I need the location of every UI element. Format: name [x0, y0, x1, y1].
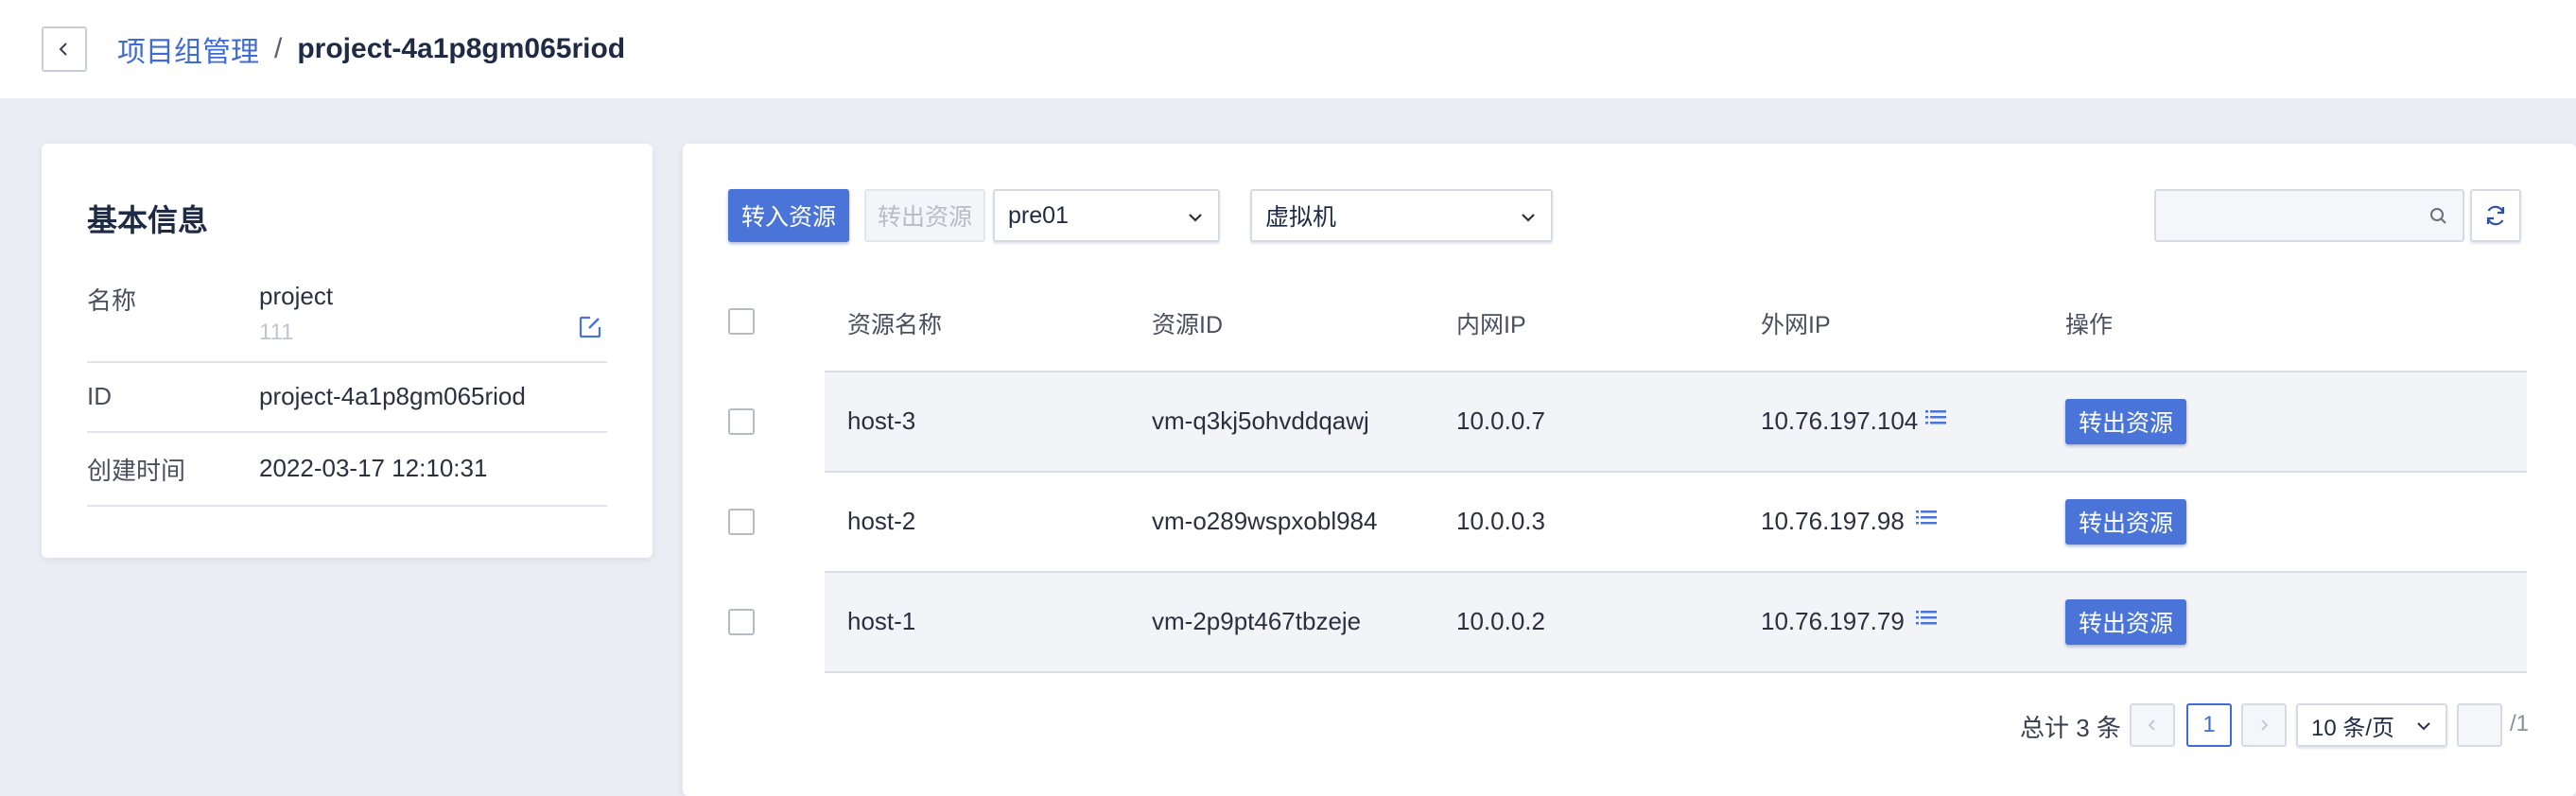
search-box[interactable] [2154, 189, 2464, 242]
row-checkbox[interactable] [728, 408, 755, 435]
prev-page-button[interactable] [2130, 703, 2175, 747]
region-select-value: pre01 [1008, 201, 1069, 229]
chevron-right-icon [2261, 719, 2269, 731]
cell-public-ip: 10.76.197.79 [1761, 607, 1905, 635]
back-button[interactable] [42, 26, 87, 72]
column-header-public-ip: 外网IP [1761, 312, 1831, 338]
info-description: 111 [259, 320, 294, 345]
page-number-current[interactable]: 1 [2186, 703, 2232, 747]
cell-resource-name: host-2 [847, 507, 916, 535]
page-jump-input[interactable] [2457, 703, 2502, 747]
info-label: 创建时间 [87, 457, 186, 485]
transfer-out-button-disabled[interactable]: 转出资源 [864, 189, 985, 242]
column-header-name: 资源名称 [847, 312, 943, 338]
refresh-button[interactable] [2470, 189, 2521, 242]
info-value: project [259, 282, 334, 310]
resource-type-select[interactable]: 虚拟机 [1250, 189, 1553, 242]
chevron-down-icon [1522, 214, 1535, 222]
breadcrumb: 项目组管理 / project-4a1p8gm065riod [117, 28, 625, 70]
column-header-id: 资源ID [1152, 312, 1224, 338]
select-all-checkbox[interactable] [728, 308, 755, 335]
cell-public-ip: 10.76.197.98 [1761, 507, 1905, 535]
row-checkbox[interactable] [728, 509, 755, 535]
resource-card: 转入资源 转出资源 pre01 虚拟机 资源名称 资源ID 内网IP 外网IP … [683, 144, 2576, 796]
chevron-down-icon [1189, 214, 1202, 222]
cell-resource-id: vm-o289wspxobl984 [1152, 507, 1378, 535]
row-checkbox[interactable] [728, 609, 755, 635]
cell-private-ip: 10.0.0.2 [1456, 607, 1545, 635]
cell-public-ip: 10.76.197.104 [1761, 407, 1919, 435]
basic-info-card: 基本信息 名称 project 111 ID project-4a1p8gm06… [42, 144, 653, 558]
row-transfer-out-button[interactable]: 转出资源 [2065, 399, 2186, 444]
chevron-left-icon [59, 43, 67, 56]
list-icon[interactable] [1916, 609, 1937, 628]
next-page-button[interactable] [2241, 703, 2287, 747]
breadcrumb-separator: / [274, 33, 283, 64]
row-transfer-out-button[interactable]: 转出资源 [2065, 499, 2186, 545]
breadcrumb-parent-link[interactable]: 项目组管理 [117, 28, 259, 70]
table-row: host-1 vm-2p9pt467tbzeje 10.0.0.2 10.76.… [825, 571, 2527, 671]
row-transfer-out-button[interactable]: 转出资源 [2065, 599, 2186, 645]
refresh-icon [2486, 205, 2505, 226]
cell-private-ip: 10.0.0.3 [1456, 507, 1545, 535]
info-label: 名称 [87, 286, 137, 315]
cell-private-ip: 10.0.0.7 [1456, 407, 1545, 435]
table-row: host-2 vm-o289wspxobl984 10.0.0.3 10.76.… [825, 471, 2527, 571]
search-icon [2430, 208, 2446, 224]
column-header-actions: 操作 [2065, 312, 2114, 338]
cell-resource-name: host-1 [847, 607, 916, 635]
info-row-created: 创建时间 2022-03-17 12:10:31 [87, 433, 607, 507]
list-icon[interactable] [1916, 509, 1937, 528]
region-select[interactable]: pre01 [993, 189, 1220, 242]
edit-icon[interactable] [577, 314, 603, 340]
info-value: 2022-03-17 12:10:31 [259, 454, 488, 482]
pagination-total: 总计 3 条 [2020, 714, 2121, 742]
list-icon[interactable] [1925, 408, 1946, 427]
table-bottom-border [825, 671, 2527, 673]
table-row: host-3 vm-q3kj5ohvddqawj 10.0.0.7 10.76.… [825, 371, 2527, 471]
info-label: ID [87, 382, 112, 410]
page-size-value: 10 条/页 [2311, 715, 2395, 741]
chevron-down-icon [2417, 722, 2430, 731]
info-value: project-4a1p8gm065riod [259, 382, 526, 410]
cell-resource-name: host-3 [847, 407, 916, 435]
column-header-private-ip: 内网IP [1456, 312, 1526, 338]
search-input[interactable] [2156, 191, 2463, 240]
page-count: /1 [2510, 711, 2530, 736]
transfer-in-button[interactable]: 转入资源 [728, 189, 849, 242]
breadcrumb-current: project-4a1p8gm065riod [297, 33, 626, 64]
info-row-name: 名称 project 111 [87, 272, 607, 363]
chevron-left-icon [2148, 719, 2155, 731]
info-row-id: ID project-4a1p8gm065riod [87, 363, 607, 433]
page-size-select[interactable]: 10 条/页 [2296, 703, 2447, 747]
cell-resource-id: vm-2p9pt467tbzeje [1152, 607, 1362, 635]
top-header: 项目组管理 / project-4a1p8gm065riod [0, 0, 2576, 98]
cell-resource-id: vm-q3kj5ohvddqawj [1152, 407, 1369, 435]
resource-type-value: 虚拟机 [1265, 204, 1337, 231]
basic-info-title: 基本信息 [87, 203, 209, 237]
